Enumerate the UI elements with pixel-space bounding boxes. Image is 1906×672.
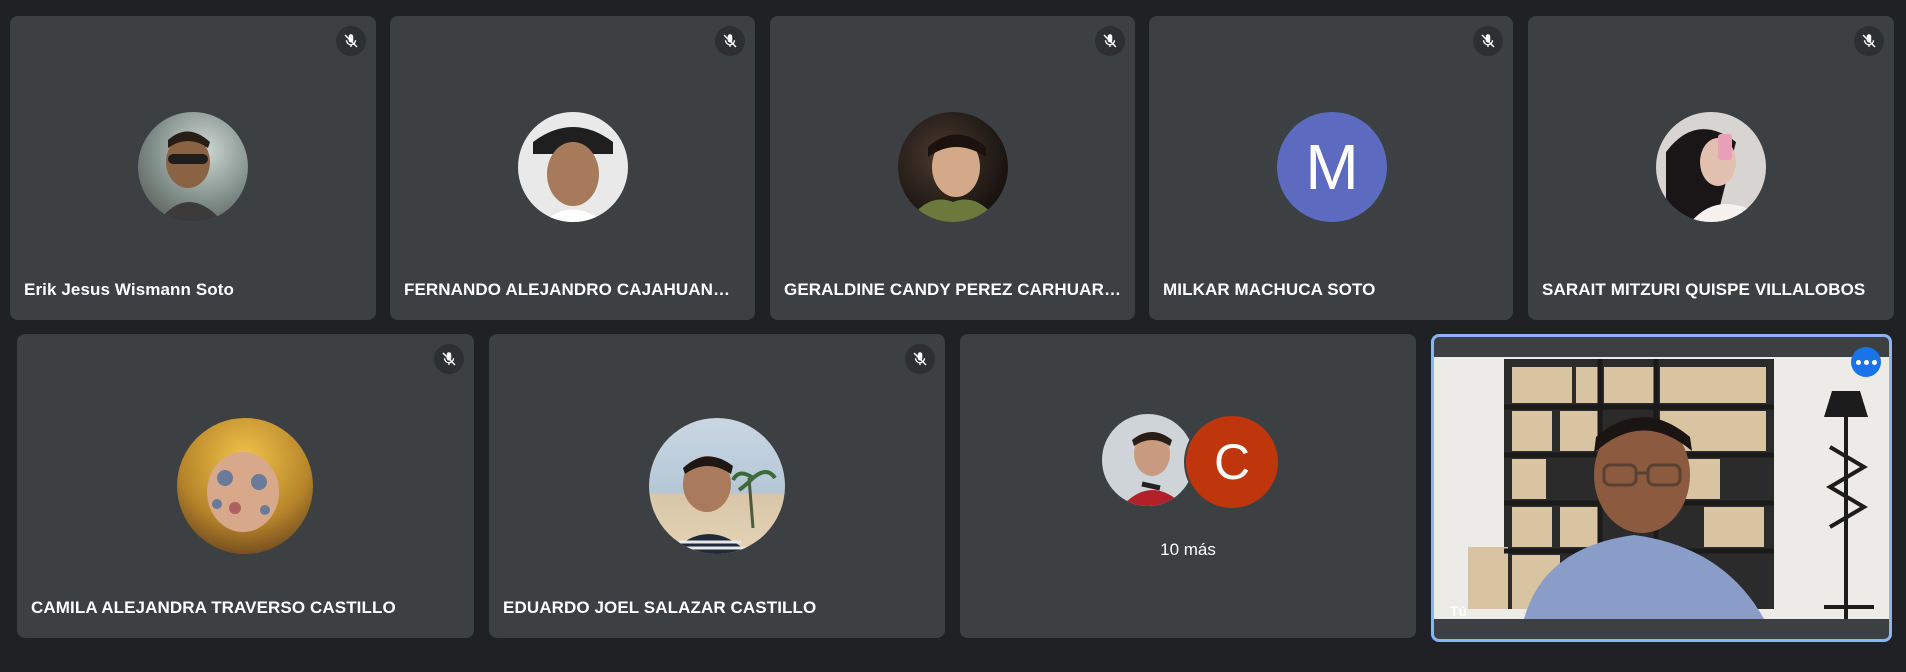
overflow-participants-tile[interactable]: C 10 más (960, 334, 1416, 638)
avatar (177, 418, 313, 554)
participant-name: SARAIT MITZURI QUISPE VILLALOBOS (1542, 280, 1866, 299)
overflow-count: 10 más (1160, 540, 1216, 559)
mic-off-icon (1854, 26, 1884, 56)
participant-name: EDUARDO JOEL SALAZAR CASTILLO (503, 598, 817, 617)
avatar: C (1184, 414, 1280, 510)
avatar (1102, 414, 1194, 506)
mic-off-icon (1095, 26, 1125, 56)
self-label: Tú (1450, 603, 1468, 619)
participant-name: MILKAR MACHUCA SOTO (1163, 280, 1376, 299)
avatar (1656, 112, 1766, 222)
avatar (518, 112, 628, 222)
participant-tile-eduardo[interactable]: EDUARDO JOEL SALAZAR CASTILLO (489, 334, 945, 638)
more-options-button[interactable] (1851, 347, 1881, 377)
mic-off-icon (434, 344, 464, 374)
avatar-letter: M (1305, 131, 1359, 203)
mic-off-icon (905, 344, 935, 374)
participant-name: FERNANDO ALEJANDRO CAJAHUANCA... (404, 280, 741, 299)
participant-tile-geraldine[interactable]: GERALDINE CANDY PEREZ CARHUARIC... (770, 16, 1135, 320)
participant-name: Erik Jesus Wismann Soto (24, 280, 234, 299)
participant-name: CAMILA ALEJANDRA TRAVERSO CASTILLO (31, 598, 396, 617)
mic-off-icon (1473, 26, 1503, 56)
mic-off-icon (336, 26, 366, 56)
participant-name: GERALDINE CANDY PEREZ CARHUARIC... (784, 280, 1121, 299)
mic-off-icon (715, 26, 745, 56)
participant-tile-sarait[interactable]: SARAIT MITZURI QUISPE VILLALOBOS (1528, 16, 1894, 320)
self-video (1434, 337, 1889, 639)
avatar-letter: C (1213, 434, 1251, 490)
avatar (138, 112, 248, 222)
participant-tile-erik[interactable]: Erik Jesus Wismann Soto (10, 16, 376, 320)
avatar (649, 418, 785, 554)
self-view-tile[interactable]: Tú (1431, 334, 1892, 642)
avatar (898, 112, 1008, 222)
participant-tile-milkar[interactable]: M MILKAR MACHUCA SOTO (1149, 16, 1513, 320)
participant-tile-camila[interactable]: CAMILA ALEJANDRA TRAVERSO CASTILLO (17, 334, 474, 638)
participant-tile-fernando[interactable]: FERNANDO ALEJANDRO CAJAHUANCA... (390, 16, 755, 320)
avatar: M (1277, 112, 1387, 222)
